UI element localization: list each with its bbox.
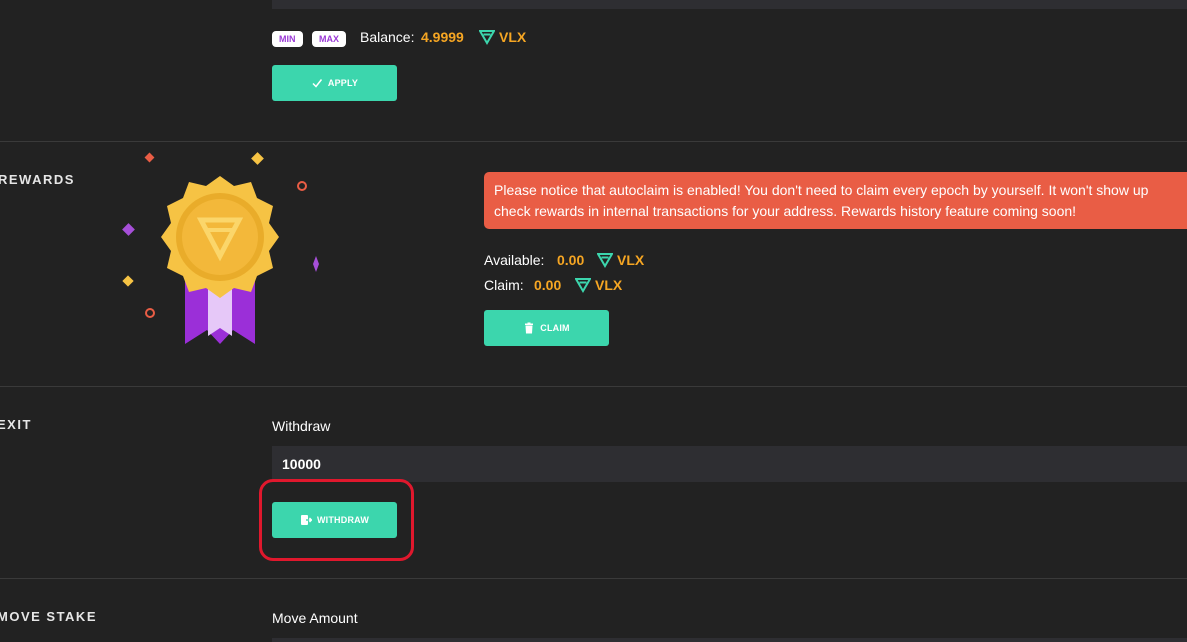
apply-button[interactable]: APPLY [272, 65, 397, 101]
vlx-logo-icon [597, 253, 613, 268]
available-currency: VLX [617, 252, 645, 268]
move-amount-input-edge[interactable] [272, 638, 1187, 642]
withdraw-label: Withdraw [272, 418, 331, 434]
withdraw-amount-input[interactable] [272, 446, 1187, 482]
trash-icon [525, 322, 534, 334]
check-icon [312, 79, 322, 88]
vlx-logo-icon [479, 30, 495, 45]
exit-section-title: EXIT [0, 417, 32, 432]
apply-button-label: APPLY [327, 78, 359, 88]
notice-line-2: check rewards in internal transactions f… [494, 203, 1077, 219]
available-value: 0.00 [557, 252, 585, 268]
claim-currency: VLX [595, 277, 623, 293]
section-divider [0, 141, 1187, 142]
autoclaim-notice: Please notice that autoclaim is enabled!… [484, 172, 1187, 229]
balance-value: 4.9999 [421, 29, 464, 45]
min-button[interactable]: MIN [272, 31, 303, 47]
withdraw-highlight-annotation [259, 479, 414, 561]
claim-button-label: CLAIM [540, 323, 570, 333]
available-label: Available: [484, 252, 545, 268]
balance-currency: VLX [499, 29, 527, 45]
claim-value: 0.00 [534, 277, 562, 293]
claim-label: Claim: [484, 277, 524, 293]
move-amount-label: Move Amount [272, 610, 358, 626]
vlx-logo-icon [575, 278, 591, 293]
stake-amount-input-edge[interactable] [272, 0, 1187, 9]
rewards-section-title: REWARDS [0, 172, 75, 187]
max-button[interactable]: MAX [312, 31, 346, 47]
notice-line-1: Please notice that autoclaim is enabled!… [494, 182, 1149, 198]
balance-label: Balance: [360, 29, 415, 45]
move-stake-section-title: MOVE STAKE [0, 609, 97, 624]
section-divider [0, 578, 1187, 579]
medal-badge-icon [122, 152, 319, 344]
section-divider [0, 386, 1187, 387]
claim-button[interactable]: CLAIM [484, 310, 609, 346]
